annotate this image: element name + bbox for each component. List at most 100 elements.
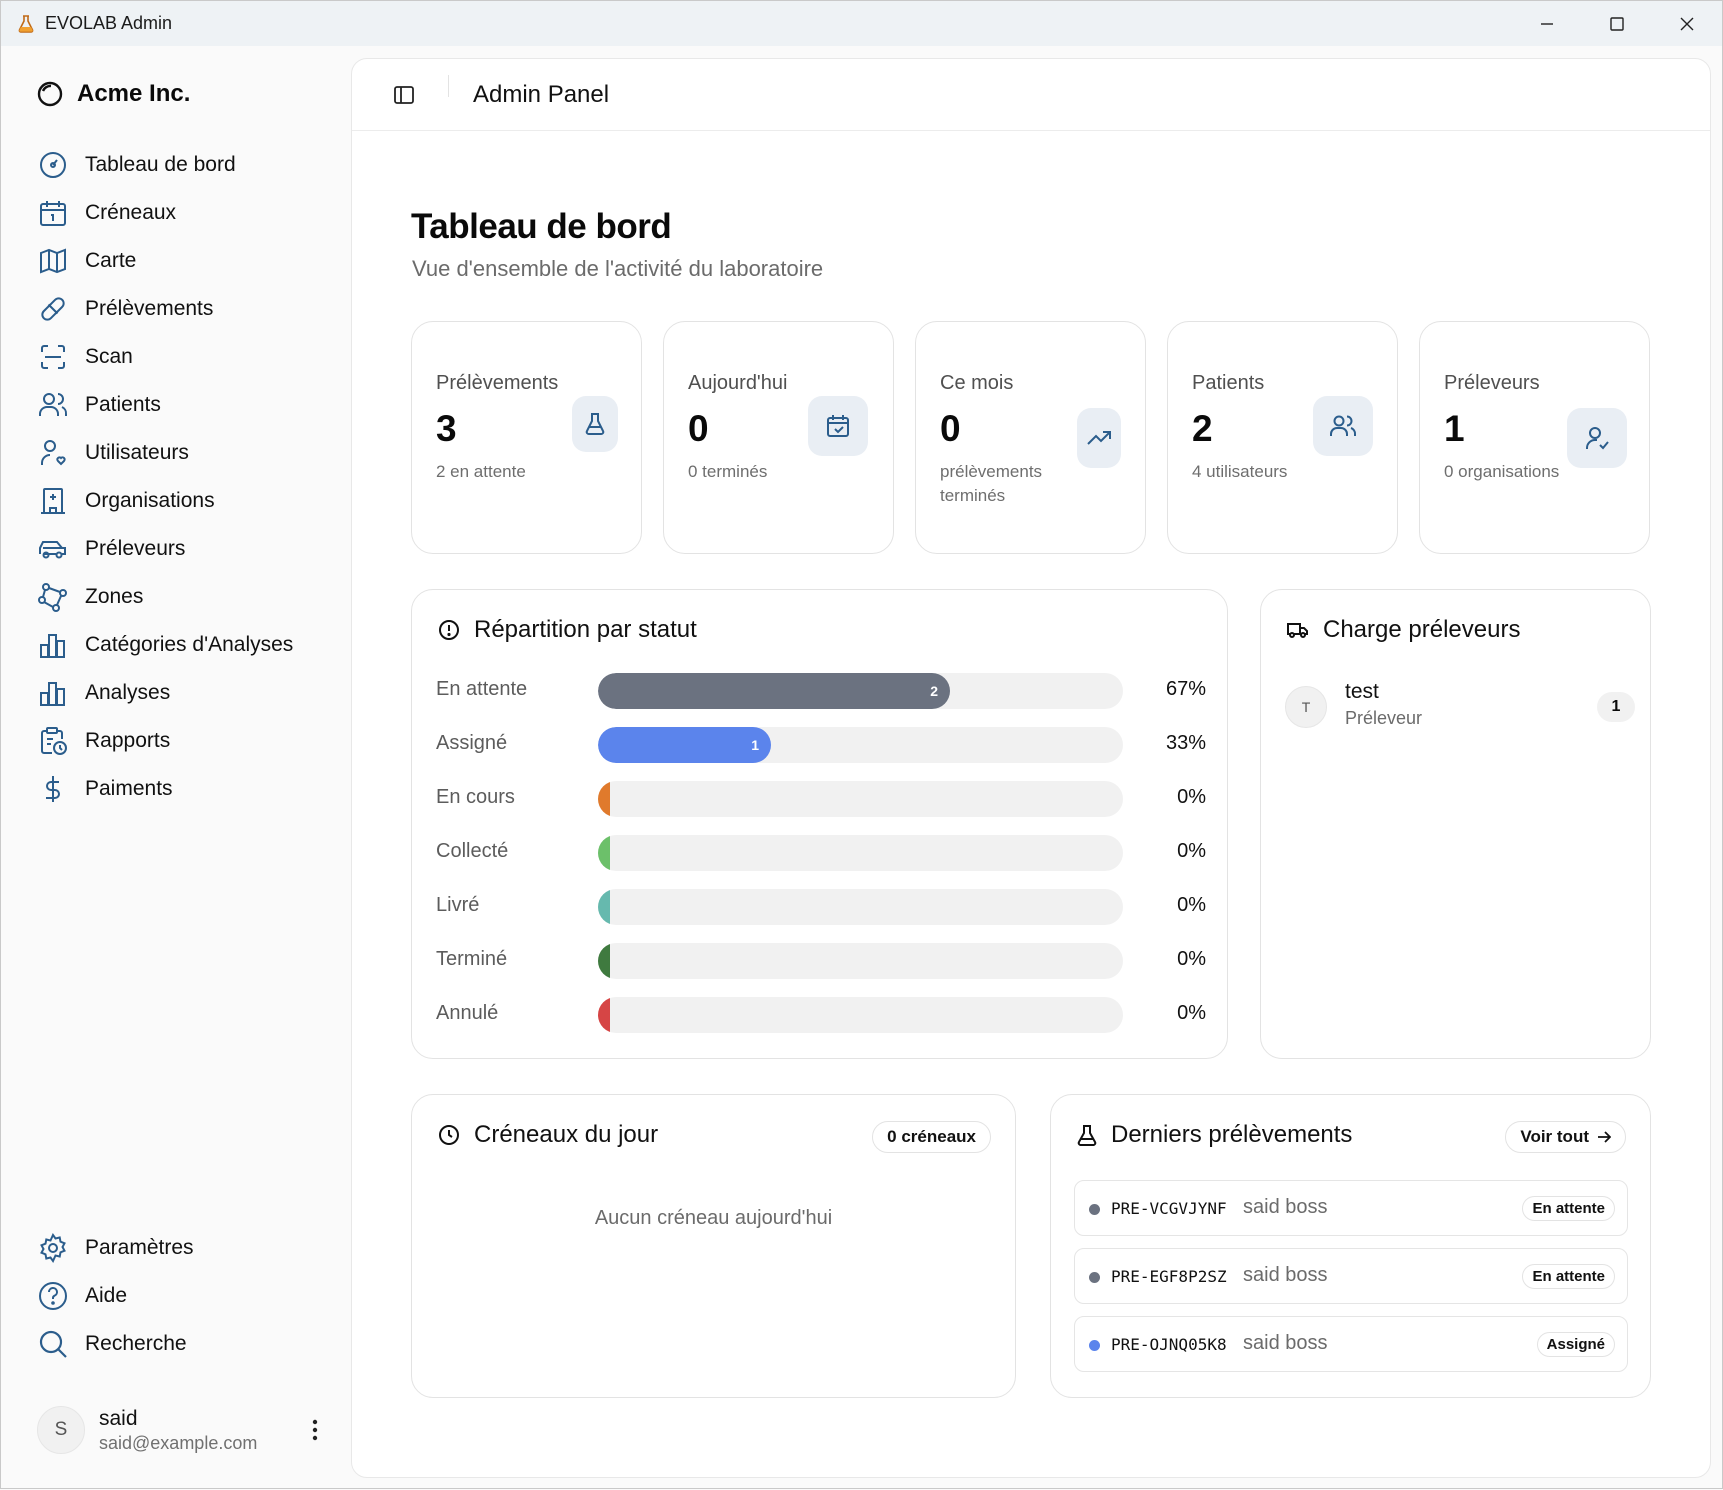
status-bar-fill — [598, 781, 610, 817]
stat-value: 3 — [436, 408, 457, 449]
sidebar-item-aide[interactable]: Aide — [37, 1272, 337, 1320]
stat-label: Ce mois — [940, 372, 1014, 394]
users-icon — [39, 393, 67, 416]
status-badge: Assigné — [1536, 1332, 1615, 1357]
status-bar-fill — [598, 835, 610, 871]
truck-icon — [1287, 623, 1308, 638]
sidebar-item-zones[interactable]: Zones — [37, 573, 337, 621]
sidebar-item-categories-analyses[interactable]: Catégories d'Analyses — [37, 621, 337, 669]
status-badge: En attente — [1522, 1196, 1615, 1221]
status-breakdown-title: Répartition par statut — [474, 616, 697, 643]
sidebar-item-label: Recherche — [85, 1332, 187, 1355]
user-profile[interactable]: S said said@example.com — [37, 1402, 327, 1458]
brand-logo-icon — [37, 81, 63, 107]
brand-name: Acme Inc. — [77, 80, 191, 107]
patient-name: said boss — [1243, 1264, 1328, 1286]
status-badge: En attente — [1522, 1264, 1615, 1289]
status-percent: 0% — [1177, 1002, 1206, 1024]
flask-app-icon — [17, 14, 35, 33]
page-subtitle: Vue d'ensemble de l'activité du laborato… — [412, 256, 824, 281]
gear-icon — [40, 1233, 66, 1263]
status-label: En cours — [436, 786, 515, 808]
charge-title: Charge préleveurs — [1323, 616, 1521, 643]
title-bar: EVOLAB Admin — [1, 1, 1722, 46]
see-all-button[interactable]: Voir tout — [1505, 1121, 1626, 1153]
sidebar-item-recherche[interactable]: Recherche — [37, 1320, 337, 1368]
status-bar-track — [598, 889, 1123, 925]
status-bar-fill: 1 — [598, 727, 771, 763]
maximize-button[interactable] — [1582, 1, 1652, 46]
brand[interactable]: Acme Inc. — [37, 80, 190, 108]
sidebar-item-parametres[interactable]: Paramètres — [37, 1224, 337, 1272]
user-check-icon — [1567, 408, 1627, 468]
status-bar-track — [598, 943, 1123, 979]
flask-icon — [1077, 1125, 1097, 1146]
preleveur-avatar: T — [1285, 686, 1327, 728]
stat-sub: 0 terminés — [688, 462, 768, 481]
stat-sub: 0 organisations — [1444, 462, 1560, 481]
status-label: Livré — [436, 894, 480, 916]
latest-prelevement-row[interactable]: PRE-OJNQ05K8 said boss Assigné — [1074, 1316, 1628, 1372]
sidebar-item-analyses[interactable]: Analyses — [37, 669, 337, 717]
preleveur-row[interactable]: T test Préleveur 1 — [1285, 680, 1635, 740]
sidebar-item-paiments[interactable]: Paiments — [37, 765, 337, 813]
sidebar-item-label: Zones — [85, 585, 144, 608]
sidebar-item-patients[interactable]: Patients — [37, 381, 337, 429]
sidebar-item-utilisateurs[interactable]: Utilisateurs — [37, 429, 337, 477]
page-title: Tableau de bord — [411, 207, 672, 246]
scan-icon — [41, 345, 65, 369]
status-bar-track: 2 — [598, 673, 1123, 709]
stat-card-aujourdhui: Aujourd'hui 0 0 terminés — [663, 321, 894, 554]
status-row: Assigné 1 33% — [436, 726, 1236, 763]
stat-label: Prélèvements — [436, 372, 559, 394]
close-button[interactable] — [1652, 1, 1722, 46]
sidebar-item-scan[interactable]: Scan — [37, 333, 337, 381]
section-title: Répartition par statut — [438, 616, 697, 644]
latest-prelevement-row[interactable]: PRE-VCGVJYNF said boss En attente — [1074, 1180, 1628, 1236]
status-bar-fill — [598, 997, 610, 1033]
status-bar-track — [598, 781, 1123, 817]
sidebar-item-label: Paramètres — [85, 1236, 194, 1259]
preleveur-role: Préleveur — [1345, 708, 1423, 728]
sidebar-item-creneaux[interactable]: Créneaux — [37, 189, 337, 237]
top-bar: Admin Panel — [352, 59, 1710, 131]
status-row: En cours 0% — [436, 780, 1236, 817]
status-percent: 33% — [1165, 732, 1206, 754]
user-email: said@example.com — [99, 1432, 258, 1453]
app-window: EVOLAB Admin Acme Inc. Tableau de bord C… — [0, 0, 1723, 1489]
latest-prelevement-row[interactable]: PRE-EGF8P2SZ said boss En attente — [1074, 1248, 1628, 1304]
status-label: Annulé — [436, 1002, 499, 1024]
sidebar-item-tableau-de-bord[interactable]: Tableau de bord — [37, 141, 337, 189]
sidebar-item-preleveurs[interactable]: Préleveurs — [37, 525, 337, 573]
stat-label: Préleveurs — [1444, 372, 1540, 394]
window-title: EVOLAB Admin — [45, 13, 173, 33]
avatar: S — [37, 1406, 85, 1454]
sidebar-item-prelevements[interactable]: Prélèvements — [37, 285, 337, 333]
section-title: Créneaux du jour — [438, 1121, 658, 1149]
minimize-button[interactable] — [1512, 1, 1582, 46]
sidebar-item-label: Préleveurs — [85, 537, 186, 560]
patient-name: said boss — [1243, 1332, 1328, 1354]
map-icon — [40, 248, 66, 274]
sidebar-item-organisations[interactable]: Organisations — [37, 477, 337, 525]
sidebar-item-carte[interactable]: Carte — [37, 237, 337, 285]
sidebar-item-label: Patients — [85, 393, 161, 416]
more-vertical-icon[interactable] — [303, 1414, 327, 1446]
divider — [448, 75, 449, 97]
stat-card-prelevements: Prélèvements 3 2 en attente — [411, 321, 642, 554]
status-percent: 67% — [1165, 678, 1206, 700]
section-title: Charge préleveurs — [1287, 616, 1520, 644]
user-heart-icon — [41, 440, 66, 466]
user-name: said — [99, 1406, 138, 1430]
calendar-check-icon — [808, 396, 868, 456]
sidebar: Acme Inc. Tableau de bord Créneaux Carte… — [1, 46, 351, 1490]
status-bar-track: 1 — [598, 727, 1123, 763]
creneaux-du-jour-card: Créneaux du jour 0 créneaux Aucun crénea… — [411, 1094, 1016, 1398]
status-label: En attente — [436, 678, 528, 700]
car-icon — [39, 541, 66, 559]
sidebar-item-label: Aide — [85, 1284, 128, 1307]
preleveur-name: test — [1345, 680, 1379, 703]
sidebar-item-rapports[interactable]: Rapports — [37, 717, 337, 765]
sidebar-item-label: Prélèvements — [85, 297, 214, 320]
sidebar-toggle-button[interactable] — [390, 81, 418, 109]
